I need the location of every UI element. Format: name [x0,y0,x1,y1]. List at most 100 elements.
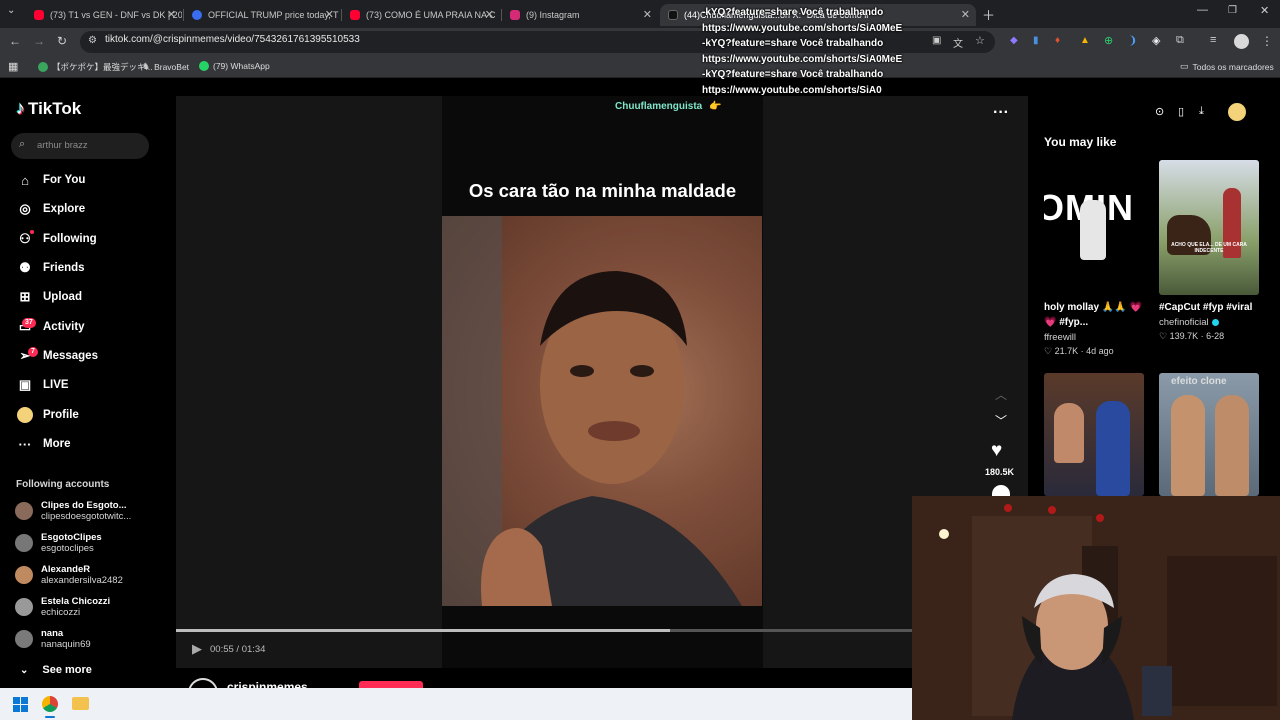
windows-start-icon[interactable] [13,697,28,712]
header-download-icon[interactable]: ⤓ [1199,105,1204,118]
avatar [15,502,33,520]
following-account[interactable]: AlexandeR alexandersilva2482 [15,564,123,586]
recommendation-likes: 139.7K [1169,331,1199,341]
bookmark-item[interactable]: 【ポケポケ】最強デッキ... [38,61,153,73]
nav-label: Messages [43,350,98,362]
url-text[interactable]: tiktok.com/@crispinmemes/video/754326176… [105,34,360,45]
header-live-icon[interactable]: ⊙ [1155,105,1164,118]
restore-icon[interactable]: ❐ [1228,5,1237,16]
extension-icon[interactable]: ⊕ [1104,34,1113,47]
nav-profile[interactable]: Profile [16,406,79,424]
close-tab-icon[interactable]: ✕ [167,8,176,21]
extension-icon[interactable]: ◈ [1152,34,1160,47]
close-tab-icon[interactable]: ✕ [961,8,970,21]
close-tab-icon[interactable]: ✕ [643,8,652,21]
browser-tab[interactable]: (73) T1 vs GEN - DNF vs DK | 20 ✕ [26,4,182,26]
account-handle: esgotoclipes [41,543,94,554]
profile-avatar[interactable] [1234,34,1249,49]
tiktok-logo[interactable]: ♪ TikTok [16,98,81,119]
recommended-video-card[interactable]: ACHO QUE ELA... DE UM CARA INDECENTE [1159,160,1259,295]
dot-separator: · [1200,331,1204,341]
close-window-icon[interactable]: ✕ [1260,4,1269,17]
extension-icon[interactable]: ▲ [1080,35,1090,46]
install-app-icon[interactable]: ▣ [932,35,941,46]
chevron-down-icon[interactable]: ﹀ [995,412,1007,429]
browser-tab[interactable]: (73) COMO É UMA PRAIA NA C ✕ [342,4,500,26]
following-account[interactable]: Clipes do Esgoto... clipesdoesgototwitc..… [15,500,131,522]
following-account[interactable]: nana nanaquin69 [15,628,91,650]
video-progress-bar[interactable] [176,629,914,632]
recommendation-title-line2[interactable]: 💗 #fyp... [1044,315,1088,330]
nav-for-you[interactable]: ⌂ For You [16,171,85,189]
new-tab-icon[interactable]: ＋ [982,5,995,24]
nav-upload[interactable]: ⊞ Upload [16,288,82,306]
more-options-icon[interactable]: ··· [993,104,1009,122]
chrome-menu-icon[interactable]: ⋮ [1261,34,1273,48]
close-tab-icon[interactable]: ✕ [325,8,334,21]
overlay-line: -kYQ?feature=share Você trabalhando [702,7,884,18]
bookmarks-bar: ▦ 【ポケポケ】最強デッキ... ♞ BravoBet (79) WhatsAp… [0,56,1280,78]
friends-icon: ⚉ [19,260,31,275]
account-handle: echicozzi [41,607,81,618]
site-info-icon[interactable]: ⚙ [88,35,97,46]
bookmark-item[interactable]: (79) WhatsApp [199,61,270,71]
browser-tab[interactable]: (9) Instagram ✕ [502,4,658,26]
recommendation-author[interactable]: chefinoficial [1159,317,1209,328]
reading-list-icon[interactable]: ≡ [1210,34,1216,46]
man-portrait-illustration [442,216,762,606]
nav-following[interactable]: ⚇ Following [16,230,96,248]
account-name: AlexandeR [41,564,91,575]
search-input[interactable]: arthur brazz [37,140,88,151]
bookmark-star-icon[interactable]: ☆ [975,34,985,47]
avatar [15,534,33,552]
like-heart-icon[interactable]: ♥ [991,440,1002,462]
forward-icon[interactable]: → [33,34,45,48]
nav-label: Activity [43,321,85,333]
recommended-video-card[interactable]: OMIN [1044,160,1144,295]
youtube-favicon-icon [34,10,44,20]
back-icon[interactable]: ← [9,34,21,48]
bookmark-item[interactable]: ♞ BravoBet [142,61,189,72]
extension-icon[interactable]: ❩ [1128,34,1137,47]
nav-more[interactable]: ··· More [16,435,71,453]
recommended-video-card[interactable]: efeito clone [1159,373,1259,496]
nav-explore[interactable]: ◎ Explore [16,200,85,218]
header-device-icon[interactable]: ▯ [1178,105,1184,118]
chevron-down-icon: ⌄ [20,664,29,676]
upload-icon: ⊞ [19,289,31,304]
chrome-icon[interactable] [42,696,58,712]
tab-search-icon[interactable]: ⌄ [7,5,15,16]
extension-icon[interactable]: ▮ [1033,35,1039,46]
recommended-video-card[interactable] [1044,373,1144,496]
browser-tab[interactable]: OFFICIAL TRUMP price today, T ✕ [184,4,340,26]
chevron-up-icon[interactable]: ︿ [995,386,1007,403]
close-tab-icon[interactable]: ✕ [485,8,494,21]
compass-icon: ◎ [19,201,31,216]
see-more-button[interactable]: ⌄ See more [20,664,92,676]
extension-icon[interactable]: ♦ [1055,35,1060,46]
recommendation-title[interactable]: holy mollay 🙏🙏 💗 [1044,300,1142,315]
tab-title: (73) T1 vs GEN - DNF vs DK | 20 [50,10,182,20]
nav-friends[interactable]: ⚉ Friends [16,259,84,277]
nav-live[interactable]: ▣ LIVE [16,376,69,394]
apps-grid-icon[interactable]: ▦ [8,60,18,73]
recommendation-title[interactable]: #CapCut #fyp #viral [1159,300,1252,315]
recommendation-author[interactable]: ffreewill [1044,332,1076,343]
globe-icon [38,62,48,72]
play-icon[interactable]: ▶ [192,641,202,657]
heart-outline-icon: ♡ [1159,331,1168,341]
reload-icon[interactable]: ↻ [57,34,67,48]
following-account[interactable]: Estela Chicozzi echicozzi [15,596,110,618]
extensions-puzzle-icon[interactable]: ⧉ [1176,34,1184,47]
header-avatar[interactable] [1228,103,1246,121]
search-box[interactable]: ⌕ arthur brazz [11,133,149,159]
all-bookmarks-button[interactable]: ▭ Todos os marcadores [1180,61,1274,72]
overlay-line: -kYQ?feature=share Você trabalhando [702,69,884,80]
youtube-favicon-icon [350,10,360,20]
following-account[interactable]: EsgotoClipes esgotoclipes [15,532,102,554]
translate-icon[interactable]: 文 [953,35,963,50]
minimize-icon[interactable]: — [1197,4,1208,16]
extension-icon[interactable]: ◆ [1010,35,1018,46]
file-explorer-icon[interactable] [72,697,89,710]
following-accounts-title: Following accounts [16,479,110,490]
